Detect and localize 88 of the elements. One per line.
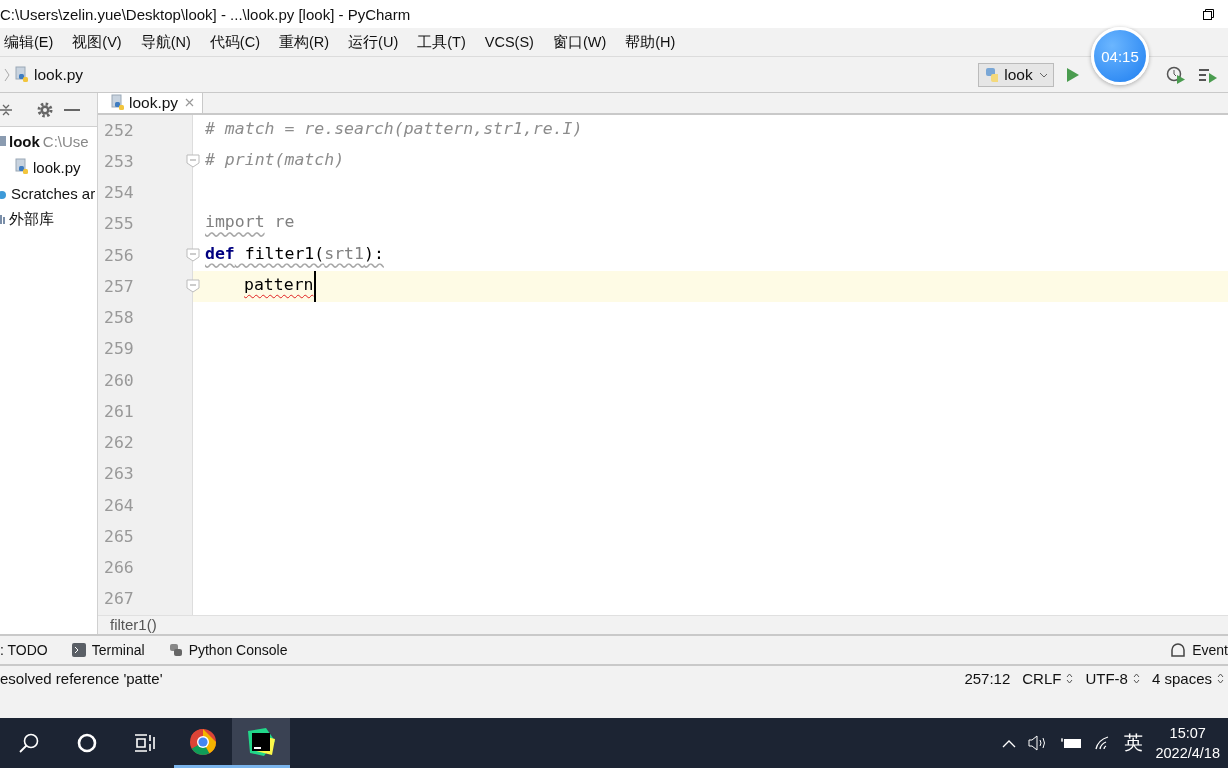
tool-window-button[interactable]: : TODO [0, 642, 48, 658]
tree-item[interactable]: Scratches ar [11, 184, 96, 202]
python-file-icon [14, 158, 30, 176]
menu-item[interactable]: 运行(U) [344, 32, 403, 52]
python-icon [168, 643, 183, 657]
line-number: 254 [104, 183, 134, 203]
maximize-icon[interactable] [1203, 8, 1214, 20]
tool-window-button[interactable]: Event [1170, 642, 1228, 658]
python-file-icon [14, 65, 30, 84]
line-number: 255 [104, 214, 134, 234]
code-breadcrumb[interactable]: filter1() [110, 616, 157, 634]
line-number: 266 [104, 558, 134, 578]
library-icon [0, 213, 6, 225]
code-token: pattern [243, 274, 314, 296]
menu-item[interactable]: 工具(T) [413, 32, 470, 52]
line-number: 262 [104, 433, 134, 453]
line-number: 259 [104, 339, 134, 359]
fold-marker-icon[interactable] [186, 279, 200, 294]
menu-item[interactable]: VCS(S) [480, 34, 538, 50]
code-token: srt1 [324, 242, 364, 265]
code-token: ): [363, 242, 384, 265]
python-icon [985, 66, 999, 83]
folder-path: C:\Use [42, 132, 89, 150]
line-number: 264 [104, 495, 134, 515]
line-number: 257 [104, 277, 134, 296]
battery-icon[interactable] [1060, 737, 1083, 749]
tree-item[interactable]: 外部库 [9, 209, 54, 229]
code-token: # print(match) [205, 149, 345, 171]
taskbar-button[interactable] [232, 718, 290, 768]
menu-item[interactable]: 重构(R) [274, 32, 334, 52]
tree-item[interactable]: look.py [33, 158, 81, 176]
up-down-arrows-icon [1217, 672, 1224, 684]
line-number: 256 [104, 245, 134, 265]
search-icon[interactable] [18, 732, 40, 754]
circle-icon[interactable] [77, 733, 97, 753]
line-number: 258 [104, 308, 134, 328]
profile-icon[interactable] [1166, 65, 1186, 84]
editor-tab[interactable]: look.py [98, 93, 204, 113]
tree-item[interactable]: look [9, 132, 40, 150]
chevron-icon [4, 67, 10, 82]
caret-position[interactable]: 257:12 [964, 669, 1011, 687]
fold-marker-icon[interactable] [186, 154, 200, 169]
window-title: C:\Users\zelin.yue\Desktop\look] - ...\look.py [look] - PyCharm [0, 5, 411, 23]
fold-marker-icon[interactable] [186, 248, 200, 263]
settings-icon[interactable] [36, 100, 54, 119]
line-number: 260 [104, 370, 134, 390]
menu-item[interactable]: 编辑(E) [0, 32, 58, 52]
menu-item[interactable]: 导航(N) [136, 32, 195, 52]
up-down-arrows-icon [1066, 672, 1074, 684]
code-token: def [205, 242, 235, 265]
code-token: import [205, 211, 265, 234]
status-message: esolved reference 'patte' [0, 669, 163, 687]
breadcrumb-item[interactable]: look.py [34, 65, 84, 84]
chevron-up-icon[interactable] [1002, 738, 1017, 748]
line-number: 252 [104, 120, 134, 140]
line-number: 263 [104, 464, 134, 484]
task-view-icon[interactable] [134, 733, 156, 753]
code-token: re [273, 211, 295, 234]
menu-item[interactable]: 视图(V) [68, 32, 126, 52]
collapse-icon[interactable] [0, 102, 12, 117]
menu-item[interactable]: 代码(C) [205, 32, 264, 52]
timer-badge: 04:15 [1091, 27, 1149, 85]
status-widget[interactable]: UTF-8 [1085, 669, 1140, 687]
run-config-dropdown[interactable]: look [978, 62, 1054, 87]
line-number: 267 [104, 589, 134, 609]
chevron-down-icon [1038, 71, 1047, 78]
menu-item[interactable]: 窗口(W) [548, 32, 611, 52]
code-token: # match = re.search(pattern,str1,re.I) [205, 117, 583, 140]
run-icon[interactable] [1066, 66, 1080, 83]
input-method-indicator[interactable]: 英 [1124, 730, 1144, 756]
python-file-icon [110, 93, 126, 112]
text-caret [313, 271, 316, 302]
line-number: 261 [104, 402, 134, 421]
menu-item[interactable]: 帮助(H) [621, 32, 680, 52]
ide-icon[interactable] [246, 726, 276, 757]
up-down-arrows-icon [1132, 672, 1140, 684]
tool-window-button[interactable]: Terminal [71, 642, 145, 658]
status-widget[interactable]: 4 spaces [1151, 669, 1224, 687]
status-widget[interactable]: CRLF [1022, 669, 1074, 687]
line-number: 253 [104, 152, 134, 171]
terminal-icon [71, 643, 86, 657]
close-icon[interactable] [185, 98, 195, 108]
code-token: filter1( [243, 242, 325, 265]
tool-window-button[interactable]: Python Console [168, 642, 288, 658]
browser-icon[interactable] [189, 727, 217, 756]
line-number: 265 [104, 527, 134, 546]
taskbar-clock[interactable]: 15:07 2022/4/18 [1155, 723, 1220, 763]
run-list-icon[interactable] [1198, 66, 1218, 83]
